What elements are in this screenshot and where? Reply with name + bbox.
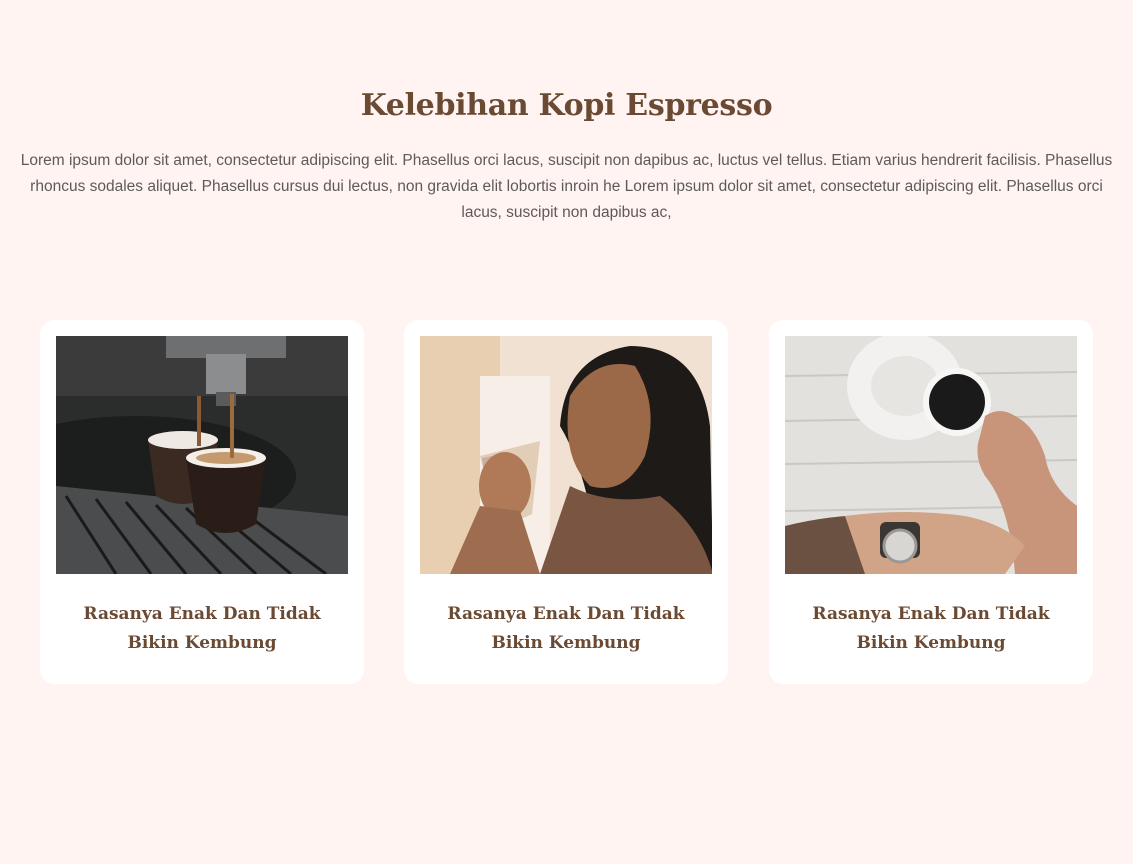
card-title: Rasanya Enak Dan Tidak Bikin Kembung [83,604,321,653]
section-title: Kelebihan Kopi Espresso [360,88,773,123]
card-title: Rasanya Enak Dan Tidak Bikin Kembung [447,604,685,653]
section-description: Lorem ipsum dolor sit amet, consectetur … [20,152,1113,221]
feature-card: Rasanya Enak Dan Tidak Bikin Kembung [40,320,364,684]
woman-drinking-coffee-photo [420,336,712,574]
feature-card: Rasanya Enak Dan Tidak Bikin Kembung [404,320,728,684]
feature-card: Rasanya Enak Dan Tidak Bikin Kembung [769,320,1093,684]
coffee-cup-on-table-photo [785,336,1077,574]
card-title: Rasanya Enak Dan Tidak Bikin Kembung [812,604,1050,653]
features-section: Kelebihan Kopi Espresso Lorem ipsum dolo… [0,0,1133,864]
espresso-machine-photo [56,336,348,574]
